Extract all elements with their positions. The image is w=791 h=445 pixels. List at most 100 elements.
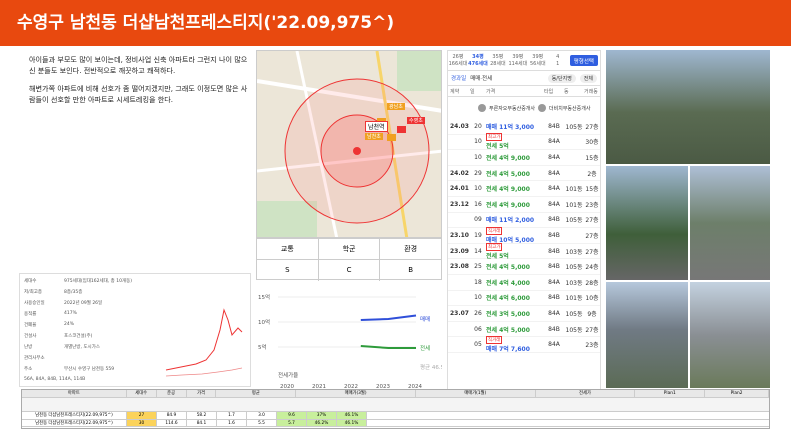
deal-price: 전세 4억 4,000 [486, 279, 530, 287]
info-row: 사용승인일 2022년 09월 26일 [24, 300, 164, 311]
deal-floor: 23층 [585, 201, 599, 209]
elapsed-label[interactable]: 경과일 [451, 74, 466, 82]
y-tick-label: 5억 [258, 343, 267, 351]
deal-day: 18 [474, 278, 482, 286]
agent-avatar [478, 104, 486, 112]
table-cell: 남천동 더샵남천프레스티지(22.09,975^) [22, 411, 127, 419]
deal-row[interactable]: 24.01 10 전세 4억 9,000 84A 101동 15층 [448, 181, 600, 197]
deal-day: 16 [474, 200, 482, 208]
deal-area: 84A [548, 200, 560, 208]
deal-date: 23.12 [450, 200, 469, 208]
table-cell: 58.2 [187, 411, 217, 419]
deal-area: 84B [548, 122, 560, 130]
trend-svg: 15억10억5억20202021202220232024매매전세평균 46.5%… [258, 293, 449, 390]
price-trend-chart: 15억10억5억20202021202220232024매매전세평균 46.5%… [256, 284, 449, 392]
photo-2 [606, 166, 688, 280]
deal-floor: 27층 [585, 248, 599, 256]
info-row: 난방 개별난방, 도시가스 [24, 344, 164, 355]
photo-1 [606, 50, 770, 164]
tab-size-2[interactable]: 34평 476세대 [468, 51, 488, 70]
complex-filter-chip[interactable]: 동/단지명 [547, 73, 576, 83]
deal-row[interactable]: 23.07 26 전세 3억 5,000 84A 105동 9층 [448, 306, 600, 322]
grade-header-school: 학군 [319, 239, 381, 259]
deal-price-cell: 전세 4억 6,000 [486, 293, 544, 302]
deal-row[interactable]: 10 전세 4억 9,000 84A 15층 [448, 150, 600, 166]
deal-row[interactable]: 09 매매 11억 2,000 84B 105동 27층 [448, 213, 600, 229]
info-row: 주소 부산시 수영구 남천동 559 [24, 366, 164, 377]
deal-price-cell: 매매 11억 3,000 [486, 122, 544, 131]
tab-size-6[interactable]: 41 [548, 51, 568, 70]
deal-tag: 직거래 [486, 226, 503, 235]
info-key: 사용승인일 [24, 301, 45, 306]
table-cell: 46.1% [337, 419, 367, 427]
deal-row[interactable]: 06 전세 4억 5,000 84B 105동 27층 [448, 322, 600, 338]
table-cell: 9.6 [277, 411, 307, 419]
deal-dong: 101동 [565, 295, 583, 303]
deal-day: 26 [474, 309, 482, 317]
deal-day: 20 [474, 122, 482, 130]
deal-type-toggle[interactable]: 매매·전세 [470, 74, 492, 82]
deal-price: 전세 4억 9,000 [486, 201, 530, 209]
deal-price-cell: 전세 4억 9,000 [486, 200, 544, 209]
map-label-school-1: 광남초 [387, 103, 405, 110]
deal-day: 10 [474, 153, 482, 161]
deal-row[interactable]: 23.09 14 최고가 전세 5억 84B 103동 27층 [448, 242, 600, 260]
info-row: 세대수 975세대(임대162세대, 총 10개동) [24, 278, 164, 289]
info-key: 주소 [24, 367, 33, 372]
filter-bar: 경과일 매매·전세 동/단지명 전체 [448, 71, 600, 85]
deal-area: 84A [548, 309, 560, 317]
table-cell: 27 [127, 411, 157, 419]
deal-area: 84B [548, 216, 560, 224]
deal-day: 10 [474, 185, 482, 193]
grade-header-environment: 환경 [404, 245, 418, 253]
tab-size-3[interactable]: 35평 28세대 [488, 51, 508, 70]
size-tabs: 26평 166세대 34평 476세대 35평 28세대 39평 114세대 39평 56… [448, 51, 600, 71]
deal-floor: 27층 [585, 232, 599, 240]
deal-price: 전세 3억 5,000 [486, 310, 530, 318]
deal-dong: 101동 [565, 186, 583, 194]
deal-dong: 105동 [565, 310, 583, 318]
series-line [360, 345, 416, 349]
tab-size-4[interactable]: 39평 114세대 [508, 51, 528, 70]
deal-price-cell: 전세 4억 5,000 [486, 262, 544, 271]
info-value: 975세대(임대162세대, 총 10개동) [64, 279, 132, 284]
info-value: 24% [64, 322, 75, 327]
deal-price: 전세 4억 6,000 [486, 295, 530, 303]
agent-row[interactable]: 푸른자오부동산중개사 더비치부동산중개사 [448, 97, 600, 119]
deal-day: 09 [474, 216, 482, 224]
info-value: 8층/35층 [64, 290, 83, 295]
y-tick-label: 10억 [258, 318, 270, 326]
map-label-station: 남천역 [365, 121, 388, 132]
deal-area: 84B [548, 231, 560, 239]
deal-price: 전세 4억 9,000 [486, 186, 530, 194]
info-row: 관리사무소 [24, 355, 164, 366]
deal-price-cell: 매매 11억 2,000 [486, 215, 544, 224]
deal-row[interactable]: 10 최고가 전세 5억 84A 30층 [448, 133, 600, 150]
deal-row[interactable]: 24.03 20 매매 11억 3,000 84B 105동 27층 [448, 119, 600, 135]
size-select-button[interactable]: 평형선택 [569, 55, 598, 66]
deal-floor: 27층 [585, 123, 599, 131]
deal-row[interactable]: 05 직거래 매매 7억 7,600 84A 23층 [448, 336, 600, 353]
deal-day: 29 [474, 169, 482, 177]
all-filter-chip[interactable]: 전체 [579, 73, 597, 83]
deal-area: 84B [548, 325, 560, 333]
location-map[interactable]: 남천역 광남초 수영초 남천초 [256, 50, 442, 238]
deal-price-cell: 전세 4억 9,000 [486, 153, 544, 162]
deal-table-header: 계약 일 가격 타입 동 거래동 [448, 85, 600, 97]
deal-row[interactable]: 18 전세 4억 4,000 84A 103동 28층 [448, 275, 600, 291]
deal-rows: 24.03 20 매매 11억 3,000 84B 105동 27층 10 최고가 전세 5억 8… [448, 119, 600, 353]
deal-row[interactable]: 24.02 29 전세 4억 5,000 84A 2층 [448, 166, 600, 182]
deal-row[interactable]: 23.08 25 전세 4억 5,000 84B 105동 24층 [448, 259, 600, 275]
deal-row[interactable]: 23.12 16 전세 4억 9,000 84A 101동 23층 [448, 197, 600, 213]
deal-area: 84A [548, 138, 560, 146]
tab-size-1[interactable]: 26평 166세대 [448, 51, 468, 70]
table-cell: 46.2% [307, 419, 337, 427]
deal-row[interactable]: 10 전세 4억 6,000 84B 101동 10층 [448, 291, 600, 307]
deal-area: 84B [548, 294, 560, 302]
complex-info-panel: 세대수 975세대(임대162세대, 총 10개동) 저/최고층 8층/35층 사용승인… [19, 273, 251, 387]
tab-size-5[interactable]: 39평 56세대 [528, 51, 548, 70]
deal-day: 25 [474, 263, 482, 271]
deal-day: 10 [474, 294, 482, 302]
deal-row[interactable]: 23.10 19 직거래 매매 10억 5,000 84B 27층 [448, 226, 600, 244]
grade-value-school: C [319, 260, 381, 281]
